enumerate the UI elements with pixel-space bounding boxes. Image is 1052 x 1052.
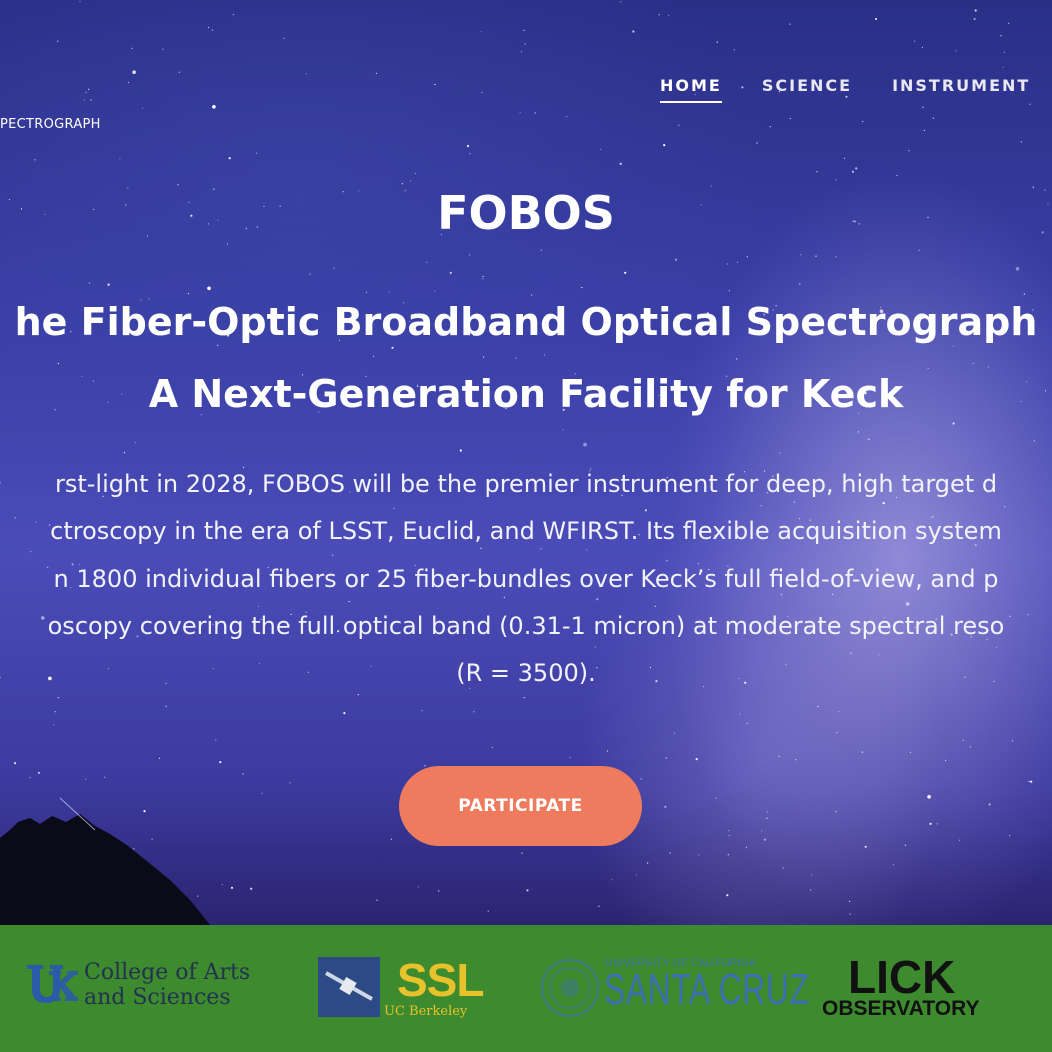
description-line-2: ctroscopy in the era of LSST, Euclid, an… [50,517,1002,545]
brand-name[interactable]: PECTROGRAPH [0,117,101,132]
lick-logo-subtext: OBSERVATORY [822,997,980,1020]
nav-home[interactable]: HOME [660,76,722,103]
lick-logo-text[interactable]: LICK [848,952,955,1002]
description-line-5: (R = 3500). [456,659,596,687]
ssl-satellite-icon[interactable] [318,957,380,1017]
uk-logo-line-1: College of Arts [84,960,251,985]
participate-button[interactable]: PARTICIPATE [399,766,642,846]
ssl-logo-subtext: UC Berkeley [384,1004,468,1019]
ucsc-logo-text[interactable]: SANTA CRUZ [604,966,810,1014]
description-line-1: rst-light in 2028, FOBOS will be the pre… [54,470,998,498]
main-navigation: HOME SCIENCE INSTRUMENT [660,76,1030,103]
page-title: FOBOS [437,186,615,240]
uk-college-logo[interactable]: College of Arts and Sciences [84,960,250,1010]
description-line-3: n 1800 individual fibers or 25 fiber-bun… [53,565,999,593]
nav-instrument[interactable]: INSTRUMENT [892,76,1030,103]
uk-logo-icon[interactable] [25,963,79,1005]
subtitle-line-2: A Next-Generation Facility for Keck [148,372,904,416]
subtitle-line-1: he Fiber-Optic Broadband Optical Spectro… [14,300,1038,344]
ssl-logo-text[interactable]: SSL [397,956,484,1004]
ucsc-seal-icon[interactable] [540,958,600,1018]
uk-logo-line-2: and Sciences [84,985,231,1010]
nav-science[interactable]: SCIENCE [762,76,852,103]
description-line-4: oscopy covering the full optical band (0… [47,612,1005,640]
